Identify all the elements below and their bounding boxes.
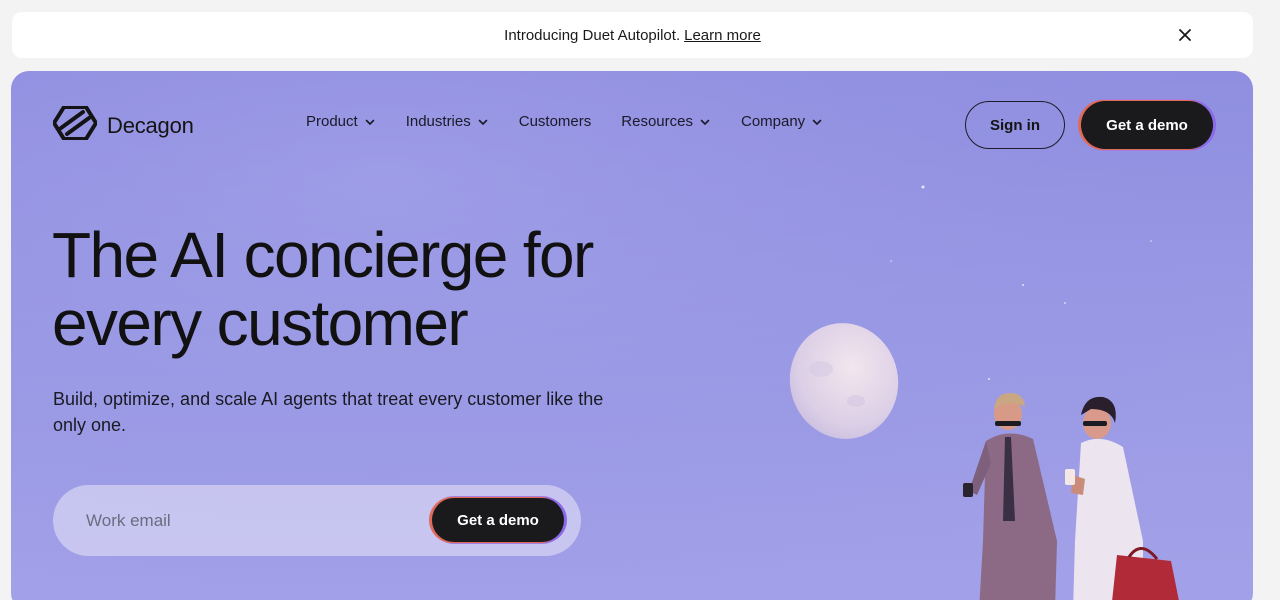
nav-item-resources[interactable]: Resources [621, 113, 711, 130]
chevron-down-icon [700, 119, 710, 125]
work-email-input[interactable] [73, 503, 413, 539]
headline-line-1: The AI concierge for [52, 219, 594, 291]
email-signup-form: Get a demo [53, 485, 581, 556]
hero-section: Decagon Product Industries Customers Res… [11, 71, 1253, 600]
headline-line-2: every customer [52, 287, 469, 359]
chevron-down-icon [365, 119, 375, 125]
get-demo-button[interactable]: Get a demo [1081, 101, 1213, 149]
nav-item-company[interactable]: Company [741, 113, 823, 130]
hero-subtitle: Build, optimize, and scale AI agents tha… [53, 389, 604, 435]
main-nav: Product Industries Customers Resources C… [306, 113, 823, 130]
nav-item-label: Customers [518, 113, 592, 130]
sign-in-button[interactable]: Sign in [965, 101, 1065, 149]
nav-item-product[interactable]: Product [306, 113, 376, 130]
brand-logo[interactable]: Decagon [52, 105, 194, 145]
close-icon[interactable] [1175, 25, 1195, 45]
nav-item-label: Product [306, 113, 358, 130]
hero-headline: The AI concierge for every customer [52, 219, 594, 359]
banner-text: Introducing Duet Autopilot. [504, 26, 681, 44]
nav-item-customers[interactable]: Customers [519, 113, 592, 130]
chevron-down-icon [478, 119, 488, 125]
nav-item-industries[interactable]: Industries [406, 113, 489, 130]
announcement-banner: Introducing Duet Autopilot. Learn more [12, 12, 1253, 58]
nav-item-label: Company [740, 113, 806, 130]
chevron-down-icon [812, 119, 822, 125]
brand-name: Decagon [107, 112, 194, 138]
learn-more-link[interactable]: Learn more [684, 27, 761, 44]
nav-item-label: Industries [405, 113, 471, 130]
form-get-demo-button[interactable]: Get a demo [432, 498, 564, 542]
nav-item-label: Resources [621, 113, 693, 130]
decagon-logo-icon [52, 105, 98, 145]
